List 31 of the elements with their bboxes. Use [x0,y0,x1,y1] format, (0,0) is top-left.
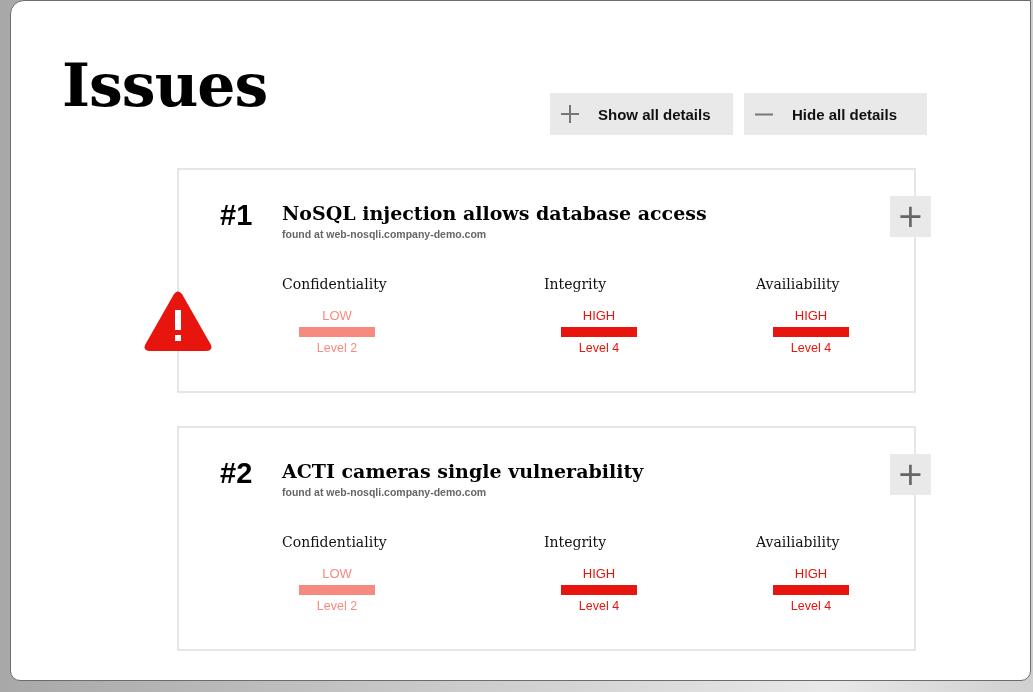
issue-host: found at web-nosqli.company-demo.com [282,486,488,498]
expand-button[interactable]: + [890,196,931,237]
rating-text: LOW [322,566,352,581]
metric-name: Integrity [544,534,607,550]
issue-title: ACTI cameras single vulnerability [282,460,644,482]
metric-name: Integrity [544,276,607,292]
issue-title: NoSQL injection allows database access [282,202,707,224]
rating-text: HIGH [582,566,616,581]
metric-name: Confidentiality [282,276,387,292]
metric-name: Availiability [756,534,840,550]
rating-text: HIGH [794,566,828,581]
minus-icon [754,112,774,116]
level-text: Level 2 [316,341,358,355]
issue-host: found at web-nosqli.company-demo.com [282,228,488,240]
expand-button[interactable]: + [890,454,931,495]
rating-text: HIGH [794,308,828,323]
hide-details-button[interactable]: Hide all details [744,93,927,135]
metric-name: Availiability [756,276,840,292]
page-title: Issues [62,49,268,121]
plus-icon [560,104,580,124]
level-text: Level 4 [790,341,832,355]
rating-text: LOW [322,308,352,323]
rating-text: HIGH [582,308,616,323]
issue-number: #2 [220,456,254,490]
level-text: Level 4 [578,341,620,355]
level-text: Level 4 [578,599,620,613]
level-text: Level 4 [790,599,832,613]
show-details-button[interactable]: Show all details [550,93,733,135]
issue-number: #1 [220,198,254,232]
metric-name: Confidentiality [282,534,387,550]
level-text: Level 2 [316,599,358,613]
